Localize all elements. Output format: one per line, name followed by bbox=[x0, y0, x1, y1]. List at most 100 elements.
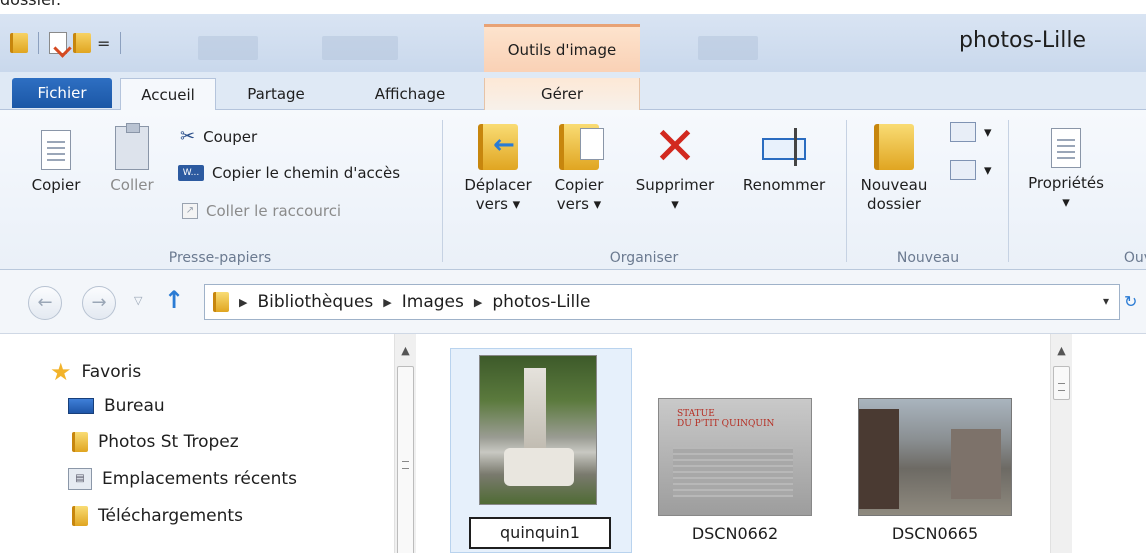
delete-label: Supprimer bbox=[635, 176, 715, 194]
refresh-icon[interactable]: ↻ bbox=[1124, 292, 1137, 311]
copy-path-label: Copier le chemin d'accès bbox=[212, 164, 401, 182]
customize-qat-icon[interactable]: = bbox=[97, 34, 110, 53]
group-open: Propriétés ▾ Ouv bbox=[1010, 110, 1146, 270]
qat-separator bbox=[120, 32, 122, 54]
qat-separator bbox=[38, 32, 39, 54]
back-button[interactable]: ← bbox=[28, 286, 62, 320]
group-new: Nouveau dossier ▾ ▾ Nouveau bbox=[848, 110, 1008, 270]
rename-label: Renommer bbox=[742, 176, 826, 194]
tab-file[interactable]: Fichier bbox=[12, 78, 112, 108]
copy-to-icon bbox=[559, 124, 604, 170]
breadcrumb-separator[interactable]: ▶ bbox=[383, 296, 391, 309]
new-folder-button[interactable]: Nouveau dossier bbox=[854, 124, 934, 214]
properties-icon[interactable] bbox=[49, 32, 67, 54]
nav-item-downloads[interactable]: Téléchargements bbox=[72, 506, 243, 526]
properties-button[interactable]: Propriétés ▾ bbox=[1016, 124, 1116, 212]
delete-icon: ✕ bbox=[653, 117, 697, 177]
address-bar[interactable]: ▶ Bibliothèques ▶ Images ▶ photos-Lille … bbox=[204, 284, 1120, 320]
nav-item-desktop[interactable]: Bureau bbox=[68, 396, 165, 416]
folder-icon[interactable] bbox=[10, 33, 28, 53]
desktop-icon bbox=[68, 398, 94, 414]
title-bar: = Outils d'image photos-Lille bbox=[0, 14, 1146, 82]
cropped-text: dossier. bbox=[0, 0, 61, 9]
copy-button[interactable]: Copier bbox=[26, 130, 86, 195]
copy-icon bbox=[41, 130, 71, 170]
faded-tab bbox=[698, 36, 758, 60]
move-to-label-2: vers ▾ bbox=[475, 195, 521, 213]
scroll-up-icon[interactable]: ▲ bbox=[395, 344, 416, 357]
new-folder-icon[interactable] bbox=[73, 33, 91, 53]
address-dropdown-icon[interactable]: ▾ bbox=[1103, 294, 1109, 308]
plaque-line: STATUE bbox=[677, 409, 715, 419]
scroll-up-icon[interactable]: ▲ bbox=[1051, 344, 1072, 357]
shortcut-icon: ↗ bbox=[182, 203, 198, 219]
plaque-title: STATUE DU P'TIT QUINQUIN bbox=[677, 409, 774, 429]
star-icon: ★ bbox=[50, 358, 72, 386]
delete-button[interactable]: ✕ Supprimer ▾ bbox=[620, 117, 730, 214]
rename-button[interactable]: Renommer bbox=[734, 124, 834, 195]
paste-button[interactable]: Coller bbox=[100, 123, 164, 195]
new-folder-label-2: dossier bbox=[867, 195, 921, 213]
paste-icon bbox=[115, 123, 149, 170]
group-clipboard: Copier Coller ✂ Couper W... Copier le ch… bbox=[0, 110, 440, 270]
breadcrumb-separator[interactable]: ▶ bbox=[239, 296, 247, 309]
file-item-dscn0662[interactable]: STATUE DU P'TIT QUINQUIN DSCN0662 bbox=[644, 348, 826, 553]
nav-item-photos-st-tropez[interactable]: Photos St Tropez bbox=[72, 432, 239, 452]
thumbnail-statue bbox=[479, 355, 597, 505]
cut-button[interactable]: ✂ Couper bbox=[180, 126, 257, 147]
recent-locations-icon[interactable]: ▽ bbox=[134, 294, 142, 307]
paste-label: Coller bbox=[110, 176, 154, 194]
ribbon-tabs: Fichier Accueil Partage Affichage Gérer bbox=[0, 72, 1146, 111]
new-item-icon bbox=[950, 122, 976, 142]
nav-item-label: Téléchargements bbox=[98, 506, 243, 526]
breadcrumb-images[interactable]: Images bbox=[402, 292, 464, 312]
breadcrumb-photos-lille[interactable]: photos-Lille bbox=[492, 292, 590, 312]
forward-button[interactable]: → bbox=[82, 286, 116, 320]
easy-access-dropdown-icon: ▾ bbox=[984, 161, 992, 179]
window-title: photos-Lille bbox=[959, 28, 1086, 53]
group-separator bbox=[846, 120, 847, 262]
tab-home[interactable]: Accueil bbox=[120, 78, 216, 111]
easy-access-icon bbox=[950, 160, 976, 180]
tab-share[interactable]: Partage bbox=[228, 78, 324, 110]
file-list: quinquin1 STATUE DU P'TIT QUINQUIN DSCN0… bbox=[422, 334, 1050, 553]
grip-icon bbox=[402, 461, 409, 469]
breadcrumb-libraries[interactable]: Bibliothèques bbox=[257, 292, 373, 312]
nav-favorites[interactable]: ★ Favoris bbox=[50, 358, 141, 386]
delete-dropdown-icon: ▾ bbox=[671, 195, 679, 213]
file-item-quinquin1[interactable]: quinquin1 bbox=[450, 348, 632, 553]
up-button[interactable]: ↑ bbox=[164, 286, 184, 314]
new-folder-icon bbox=[874, 124, 914, 170]
grip-icon bbox=[1058, 383, 1065, 391]
file-item-dscn0665[interactable]: DSCN0665 bbox=[844, 348, 1026, 553]
file-name: DSCN0662 bbox=[691, 524, 779, 543]
tab-manage[interactable]: Gérer bbox=[484, 78, 640, 110]
breadcrumb-separator[interactable]: ▶ bbox=[474, 296, 482, 309]
folder-icon bbox=[72, 506, 88, 526]
copy-to-button[interactable]: Copier vers ▾ bbox=[544, 124, 614, 214]
navpane-scrollbar[interactable]: ▲ bbox=[394, 334, 416, 553]
faded-tab bbox=[322, 36, 398, 60]
scissors-icon: ✂ bbox=[180, 126, 196, 147]
group-label-new: Nouveau bbox=[896, 250, 960, 266]
cropped-text-fragment: dossier. bbox=[0, 0, 1146, 14]
easy-access-button[interactable]: ▾ bbox=[950, 160, 992, 180]
copy-path-button[interactable]: W... Copier le chemin d'accès bbox=[178, 164, 400, 182]
rename-field[interactable]: quinquin1 bbox=[469, 517, 611, 549]
filelist-scrollbar[interactable]: ▲ bbox=[1050, 334, 1072, 553]
copy-label: Copier bbox=[31, 176, 81, 194]
paste-shortcut-button[interactable]: ↗ Coller le raccourci bbox=[182, 202, 341, 220]
address-row: ← → ▽ ↑ ▶ Bibliothèques ▶ Images ▶ photo… bbox=[0, 270, 1146, 334]
copy-to-label-1: Copier bbox=[554, 176, 604, 194]
move-to-button[interactable]: Déplacer vers ▾ bbox=[456, 124, 540, 214]
tab-view[interactable]: Affichage bbox=[348, 78, 472, 110]
scrollbar-thumb[interactable] bbox=[1053, 366, 1070, 400]
move-to-label-1: Déplacer bbox=[464, 176, 532, 194]
scrollbar-thumb[interactable] bbox=[397, 366, 414, 553]
properties-icon bbox=[1051, 128, 1081, 168]
new-item-button[interactable]: ▾ bbox=[950, 122, 992, 142]
properties-label: Propriétés bbox=[1028, 174, 1104, 192]
nav-item-recent-places[interactable]: ▤ Emplacements récents bbox=[68, 468, 297, 490]
plaque-line: DU P'TIT QUINQUIN bbox=[677, 419, 775, 429]
nav-favorites-label: Favoris bbox=[81, 362, 142, 382]
